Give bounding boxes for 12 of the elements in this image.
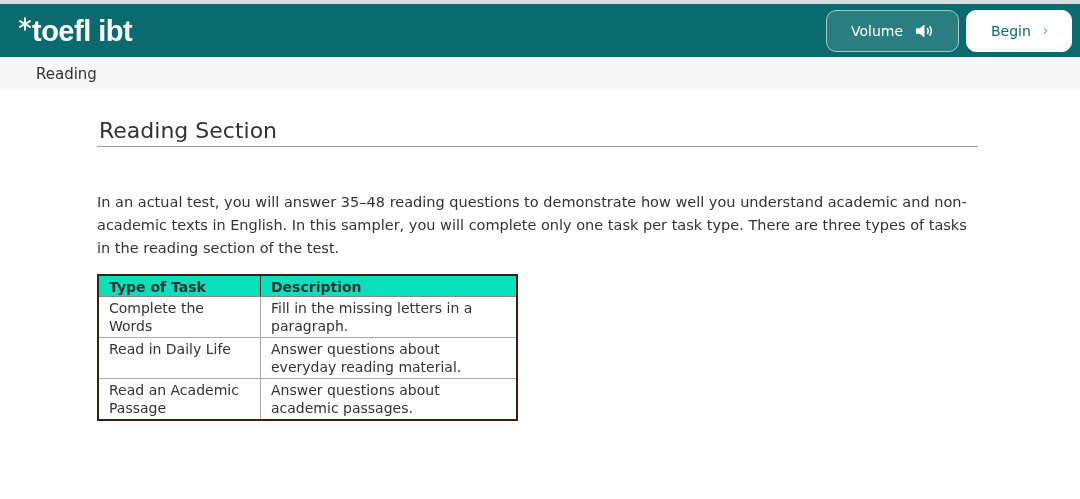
speaker-icon xyxy=(915,22,934,39)
table-cell: Complete the Words xyxy=(98,296,261,338)
volume-button[interactable]: Volume xyxy=(826,9,959,52)
intro-paragraph: In an actual test, you will answer 35–48 reading questions to demonstrate how well you understand academic and non-academic texts in English. In this sampler, you will complete only one task per task type. There are three types of tasks in the reading section of the test. xyxy=(97,193,968,258)
begin-button[interactable]: Begin xyxy=(966,9,1072,52)
column-header: Description xyxy=(260,275,517,297)
section-label: Reading xyxy=(36,64,97,83)
logo: toefl ibt xyxy=(32,14,133,47)
asterisk-icon xyxy=(18,16,32,31)
column-header: Type of Task xyxy=(98,275,261,297)
table-cell: Read in Daily Life xyxy=(98,337,261,379)
section-title: Reading Section xyxy=(97,118,978,147)
